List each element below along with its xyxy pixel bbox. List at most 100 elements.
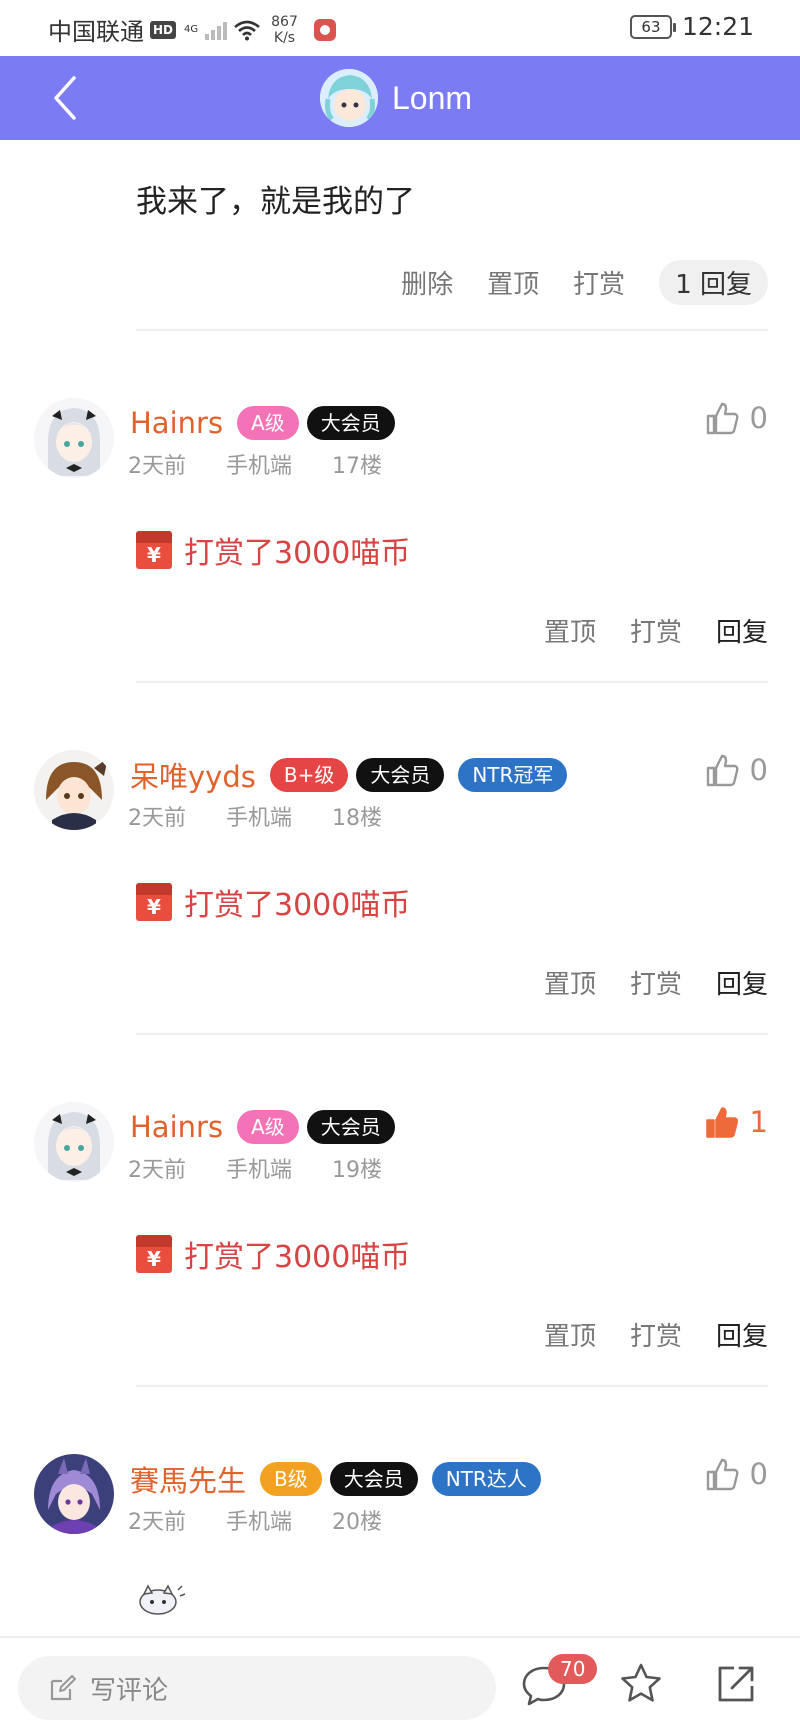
title-badge: NTR达人	[431, 1462, 541, 1496]
chevron-left-icon	[54, 76, 76, 120]
thumbs-up-icon	[706, 402, 738, 435]
comment-content: 打赏了3000喵币	[184, 1240, 411, 1275]
post-actions: 删除 置顶 打赏 1 回复	[401, 260, 768, 305]
username[interactable]: 呆唯yyds	[130, 754, 256, 796]
pin-button[interactable]: 置顶	[487, 264, 539, 301]
comment-count-badge: 70	[548, 1654, 598, 1684]
share-icon[interactable]	[712, 1660, 760, 1708]
level-badge: A级	[237, 1110, 299, 1144]
post-time: 2天前	[128, 1510, 186, 1535]
carrier-name: 中国联通	[48, 18, 144, 46]
reply-count-button[interactable]: 1 回复	[659, 260, 768, 305]
thumbs-up-icon	[706, 754, 738, 787]
floor-number: 17楼	[332, 454, 383, 479]
comment-item: 呆唯yyds B+级 大会员 NTR冠军 2天前 手机端 18楼 0 ¥ 打赏了…	[0, 750, 800, 1050]
tip-message: ¥ 打赏了3000喵币	[136, 528, 410, 572]
tip-message: ¥ 打赏了3000喵币	[136, 880, 410, 924]
divider	[136, 1033, 768, 1035]
delete-button[interactable]: 删除	[401, 264, 453, 301]
page-title: Lonm	[392, 79, 473, 116]
like-button[interactable]: 0	[704, 400, 768, 436]
like-count: 0	[749, 401, 768, 435]
comment-actions: 置顶 打赏 回复	[544, 964, 768, 1001]
floor-number: 19楼	[332, 1158, 383, 1183]
comment-item: Hainrs A级 大会员 2天前 手机端 17楼 0 ¥ 打赏了3000喵币 …	[0, 398, 800, 698]
reply-button[interactable]: 回复	[716, 964, 768, 1001]
comment-input[interactable]: 写评论	[18, 1656, 496, 1720]
comment-meta: 2天前 手机端 18楼	[128, 800, 382, 832]
reply-button[interactable]: 回复	[716, 1316, 768, 1353]
thumbs-up-filled-icon	[705, 1107, 738, 1138]
like-button[interactable]: 0	[704, 752, 768, 788]
divider	[136, 1385, 768, 1387]
star-icon[interactable]	[617, 1660, 665, 1708]
device-label: 手机端	[226, 806, 293, 831]
like-count: 0	[749, 1457, 768, 1491]
divider	[136, 681, 768, 683]
device-label: 手机端	[226, 454, 293, 479]
tip-button[interactable]: 打赏	[573, 264, 625, 301]
back-button[interactable]	[40, 72, 90, 124]
tip-button[interactable]: 打赏	[630, 612, 682, 649]
comment-meta: 2天前 手机端 20楼	[128, 1504, 382, 1536]
vip-badge: 大会员	[329, 1462, 418, 1496]
wifi-icon	[234, 20, 260, 40]
divider	[136, 329, 768, 331]
avatar[interactable]	[34, 398, 114, 478]
header-user[interactable]: Lonm	[320, 66, 472, 130]
comment-header: 呆唯yyds B+级 大会员 NTR冠军	[130, 754, 568, 796]
post-time: 2天前	[128, 806, 186, 831]
username[interactable]: Hainrs	[130, 406, 223, 440]
floor-number: 18楼	[332, 806, 383, 831]
like-button[interactable]: 1	[704, 1104, 768, 1140]
clock: 12:21	[681, 12, 754, 41]
bottom-bar: 写评论 70	[0, 1636, 800, 1733]
tip-button[interactable]: 打赏	[630, 1316, 682, 1353]
pin-button[interactable]: 置顶	[544, 612, 596, 649]
like-button[interactable]: 0	[704, 1456, 768, 1492]
username[interactable]: Hainrs	[130, 1110, 223, 1144]
reply-button[interactable]: 回复	[716, 612, 768, 649]
red-envelope-icon: ¥	[136, 1235, 172, 1273]
pin-button[interactable]: 置顶	[544, 964, 596, 1001]
vip-badge: 大会员	[306, 406, 395, 440]
device-label: 手机端	[226, 1158, 293, 1183]
network-speed: 867 K/s	[271, 13, 298, 46]
avatar[interactable]	[320, 69, 378, 127]
comment-header: Hainrs A级 大会员	[130, 402, 395, 444]
like-count: 0	[749, 753, 768, 787]
avatar[interactable]	[34, 1102, 114, 1182]
thumbs-up-icon	[706, 1458, 738, 1491]
vip-badge: 大会员	[306, 1110, 395, 1144]
comment-item: Hainrs A级 大会员 2天前 手机端 19楼 1 ¥ 打赏了3000喵币 …	[0, 1102, 800, 1402]
post-content: 我来了，就是我的了	[136, 184, 415, 220]
sticker-image	[139, 1584, 186, 1615]
pin-button[interactable]: 置顶	[544, 1316, 596, 1353]
title-badge: NTR冠军	[458, 758, 568, 792]
floor-number: 20楼	[332, 1510, 383, 1535]
comment-content: 打赏了3000喵币	[184, 536, 411, 571]
hd-icon: HD	[150, 20, 177, 39]
comment-item: 賽馬先生 B级 大会员 NTR达人 2天前 手机端 20楼 0	[0, 1454, 800, 1634]
comment-input-placeholder: 写评论	[90, 1675, 169, 1706]
comment-meta: 2天前 手机端 17楼	[128, 448, 382, 480]
username[interactable]: 賽馬先生	[130, 1458, 246, 1500]
top-header: Lonm	[0, 56, 800, 140]
tip-button[interactable]: 打赏	[630, 964, 682, 1001]
app-notification-icon	[313, 18, 336, 41]
post-time: 2天前	[128, 454, 186, 479]
comment-actions: 置顶 打赏 回复	[544, 1316, 768, 1353]
status-right: 63 12:21	[629, 12, 754, 41]
avatar[interactable]	[34, 750, 114, 830]
network-type: 4G	[184, 23, 199, 35]
comment-actions: 置顶 打赏 回复	[544, 612, 768, 649]
status-bar: 中国联通 HD 4G 867 K/s 63 12:21	[0, 0, 800, 56]
avatar[interactable]	[34, 1454, 114, 1534]
level-badge: B级	[260, 1462, 322, 1496]
edit-icon	[50, 1675, 76, 1701]
red-envelope-icon: ¥	[136, 531, 172, 569]
level-badge: B+级	[269, 758, 349, 792]
red-envelope-icon: ¥	[136, 883, 172, 921]
signal-icon	[205, 20, 228, 40]
battery-icon: 63	[629, 14, 676, 39]
